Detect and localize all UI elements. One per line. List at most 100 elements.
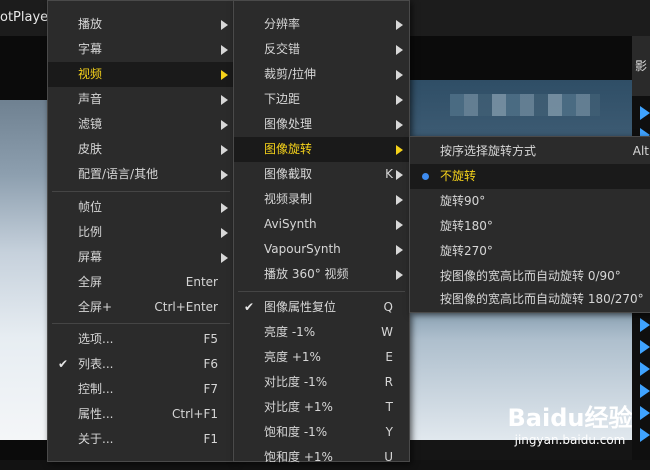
menu-item-fullscreen[interactable]: 全屏 Enter [48, 270, 234, 295]
context-menu-rotate: 按序选择旋转方式 Alt 不旋转 旋转90° 旋转180° 旋转270° 按图像的… [409, 136, 650, 313]
menu-item-rotate-90[interactable]: 旋转90° [410, 189, 650, 214]
submenu-arrow-icon [221, 95, 228, 105]
submenu-arrow-icon [221, 145, 228, 155]
menu-item-label: 声音 [78, 92, 103, 106]
menu-item-label: 关于... [78, 432, 114, 446]
submenu-arrow-icon [396, 45, 403, 55]
submenu-arrow-icon [396, 95, 403, 105]
submenu-arrow-icon [396, 170, 403, 180]
menu-item-audio[interactable]: 声音 [48, 87, 234, 112]
menu-item-label: 裁剪/拉伸 [264, 67, 317, 81]
menu-item-shortcut: U [384, 450, 393, 464]
menu-item-play[interactable]: 播放 [48, 12, 234, 37]
menu-item-label: 帧位 [78, 200, 103, 214]
submenu-arrow-icon [396, 270, 403, 280]
menu-item-control[interactable]: 控制... F7 [48, 377, 234, 402]
menu-item-contrast-down[interactable]: 对比度 -1% R [234, 370, 409, 395]
menu-item-360-video[interactable]: 播放 360° 视频 [234, 262, 409, 287]
menu-item-rotate-180[interactable]: 旋转180° [410, 214, 650, 239]
menu-item-shortcut: R [384, 375, 393, 389]
menu-item-label: 播放 360° 视频 [264, 267, 349, 281]
menu-item-vapoursynth[interactable]: VapourSynth [234, 237, 409, 262]
menu-item-label: 反交错 [264, 42, 301, 56]
menu-item-saturation-down[interactable]: 饱和度 -1% Y [234, 420, 409, 445]
submenu-arrow-icon [221, 120, 228, 130]
menu-item-label: 控制... [78, 382, 114, 396]
submenu-arrow-icon [396, 220, 403, 230]
video-frame-left [0, 100, 48, 440]
menu-item-auto-rotate-0-90[interactable]: 按图像的宽高比而自动旋转 0/90° [410, 264, 650, 289]
menu-item-playlist[interactable]: ✔ 列表... F6 [48, 352, 234, 377]
menu-item-filter[interactable]: 滤镜 [48, 112, 234, 137]
menu-item-label: 分辨率 [264, 17, 301, 31]
submenu-arrow-icon [221, 70, 228, 80]
menu-item-label: 滤镜 [78, 117, 103, 131]
menu-item-no-rotate[interactable]: 不旋转 [410, 164, 650, 189]
menu-item-label: 对比度 +1% [264, 400, 333, 414]
playlist-play-icon[interactable] [640, 428, 650, 442]
menu-item-auto-rotate-180-270[interactable]: 按图像的宽高比而自动旋转 180/270° [410, 287, 650, 312]
menu-item-subtitle[interactable]: 字幕 [48, 37, 234, 62]
menu-item-label: 图像属性复位 [264, 300, 337, 314]
menu-item-reset-image[interactable]: ✔ 图像属性复位 Q [234, 295, 409, 320]
menu-item-label: AviSynth [264, 217, 317, 231]
menu-item-brightness-up[interactable]: 亮度 +1% E [234, 345, 409, 370]
menu-item-saturation-up[interactable]: 饱和度 +1% U [234, 445, 409, 470]
menu-item-shortcut: Q [383, 300, 393, 314]
submenu-arrow-icon [396, 145, 403, 155]
menu-item-screenshot[interactable]: 图像截取 K [234, 162, 409, 187]
menu-item-frame[interactable]: 帧位 [48, 195, 234, 220]
menu-item-resolution[interactable]: 分辨率 [234, 12, 409, 37]
menu-item-video-record[interactable]: 视频录制 [234, 187, 409, 212]
playlist-play-icon[interactable] [640, 362, 650, 376]
watermark-logo: Baidu经验 [507, 404, 633, 432]
submenu-arrow-icon [221, 45, 228, 55]
menu-item-about[interactable]: 关于... F1 [48, 427, 234, 452]
menu-item-label: 对比度 -1% [264, 375, 328, 389]
menu-item-shortcut: F6 [203, 357, 218, 371]
menu-item-shortcut: K [385, 167, 393, 181]
menu-item-brightness-down[interactable]: 亮度 -1% W [234, 320, 409, 345]
submenu-arrow-icon [221, 228, 228, 238]
menu-item-contrast-up[interactable]: 对比度 +1% T [234, 395, 409, 420]
menu-item-bottom-margin[interactable]: 下边距 [234, 87, 409, 112]
playlist-play-icon[interactable] [640, 406, 650, 420]
menu-item-options[interactable]: 选项... F5 [48, 327, 234, 352]
menu-item-image-processing[interactable]: 图像处理 [234, 112, 409, 137]
menu-item-label: 视频录制 [264, 192, 313, 206]
menu-item-screen[interactable]: 屏幕 [48, 245, 234, 270]
menu-item-label: 饱和度 -1% [264, 425, 328, 439]
menu-item-skin[interactable]: 皮肤 [48, 137, 234, 162]
playlist-play-icon[interactable] [640, 384, 650, 398]
menu-item-label: 视频 [78, 67, 103, 81]
menu-item-crop-stretch[interactable]: 裁剪/拉伸 [234, 62, 409, 87]
submenu-arrow-icon [396, 20, 403, 30]
menu-item-shortcut: E [385, 350, 393, 364]
submenu-arrow-icon [396, 120, 403, 130]
menu-item-ratio[interactable]: 比例 [48, 220, 234, 245]
menu-item-image-rotate[interactable]: 图像旋转 [234, 137, 409, 162]
menu-item-config[interactable]: 配置/语言/其他 [48, 162, 234, 187]
menu-item-shortcut: Enter [185, 275, 218, 289]
playlist-play-icon[interactable] [640, 106, 650, 120]
playlist-play-icon[interactable] [640, 318, 650, 332]
menu-item-video[interactable]: 视频 [48, 62, 234, 87]
menu-item-label: 下边距 [264, 92, 301, 106]
menu-item-rotate-270[interactable]: 旋转270° [410, 239, 650, 264]
menu-item-deinterlace[interactable]: 反交错 [234, 37, 409, 62]
menu-item-fullscreen-plus[interactable]: 全屏+ Ctrl+Enter [48, 295, 234, 320]
submenu-arrow-icon [221, 203, 228, 213]
menu-item-rotate-cycle[interactable]: 按序选择旋转方式 Alt [410, 139, 650, 164]
menu-separator [52, 191, 230, 192]
playlist-play-icon[interactable] [640, 340, 650, 354]
submenu-arrow-icon [221, 20, 228, 30]
check-icon: ✔ [244, 300, 255, 314]
submenu-arrow-icon [396, 70, 403, 80]
menu-item-avisynth[interactable]: AviSynth [234, 212, 409, 237]
menu-item-properties[interactable]: 属性... Ctrl+F1 [48, 402, 234, 427]
menu-item-shortcut: T [385, 400, 393, 414]
menu-item-label: 选项... [78, 332, 114, 346]
menu-item-label: 旋转90° [440, 194, 486, 208]
menu-item-label: 按序选择旋转方式 [440, 144, 537, 158]
menu-separator [238, 291, 405, 292]
